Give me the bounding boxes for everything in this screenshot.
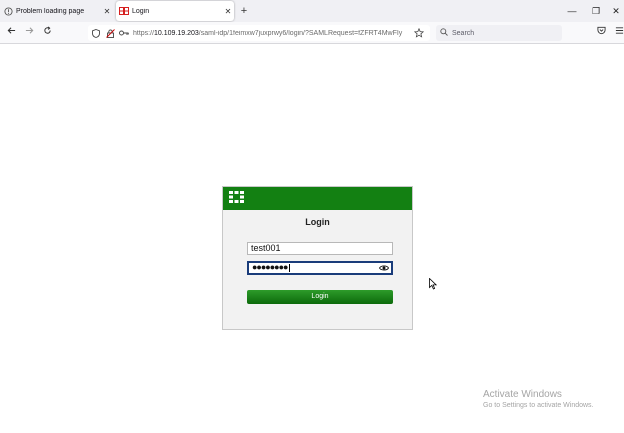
username-field[interactable]: test001 — [247, 242, 393, 255]
search-placeholder: Search — [452, 29, 475, 37]
tab-problem-loading[interactable]: Problem loading page ✕ — [0, 0, 113, 22]
mouse-cursor-icon — [429, 277, 438, 290]
fortinet-favicon — [119, 6, 129, 16]
text-caret — [288, 263, 290, 272]
login-button[interactable]: Login — [247, 290, 393, 304]
address-bar[interactable]: https://10.109.19.203/saml-idp/1feimxw7j… — [88, 25, 430, 41]
login-card: Login test001 ●●●●●●●● Login — [222, 186, 413, 330]
new-tab-button[interactable]: + — [238, 3, 250, 19]
minimize-icon[interactable]: — — [562, 3, 582, 19]
tab-login[interactable]: Login ✕ — [116, 1, 234, 21]
tab-strip: Problem loading page ✕ Login ✕ + — ❐ ✕ — [0, 0, 624, 22]
forward-icon[interactable] — [22, 25, 36, 41]
show-password-eye-icon[interactable] — [378, 264, 390, 272]
reload-icon[interactable] — [40, 25, 54, 41]
url-text[interactable]: https://10.109.19.203/saml-idp/1feimxw7j… — [133, 30, 411, 37]
page-icon — [3, 6, 13, 16]
tab-close-icon[interactable]: ✕ — [101, 7, 113, 16]
activate-windows-watermark: Activate Windows Go to Settings to activ… — [483, 389, 594, 409]
fortinet-logo-icon — [229, 190, 244, 208]
menu-icon[interactable] — [612, 25, 624, 41]
login-header — [223, 187, 412, 210]
login-title: Login — [305, 217, 330, 227]
back-icon[interactable] — [4, 25, 18, 41]
url-path: /saml-idp/1feimxw7juxprwy6/login/?SAMLRe… — [198, 29, 403, 37]
key-icon[interactable] — [118, 27, 130, 39]
watermark-title: Activate Windows — [483, 389, 562, 400]
nav-bar: https://10.109.19.203/saml-idp/1feimxw7j… — [0, 22, 624, 44]
search-box[interactable]: Search — [436, 25, 562, 41]
search-icon — [440, 28, 448, 38]
pocket-icon[interactable] — [594, 25, 608, 41]
url-prefix: https:// — [133, 29, 155, 37]
restore-icon[interactable]: ❐ — [586, 3, 606, 19]
shield-icon[interactable] — [90, 27, 102, 39]
bookmark-star-icon[interactable] — [413, 27, 425, 39]
tab-label: Login — [132, 7, 150, 15]
password-mask: ●●●●●●●● — [252, 262, 288, 272]
tab-label: Problem loading page — [16, 7, 85, 15]
close-window-icon[interactable]: ✕ — [606, 3, 624, 19]
watermark-subtitle: Go to Settings to activate Windows. — [483, 402, 594, 409]
insecure-lock-icon[interactable] — [104, 27, 116, 39]
tab-close-icon[interactable]: ✕ — [222, 7, 234, 16]
password-field[interactable]: ●●●●●●●● — [247, 261, 393, 275]
url-host: 10.109.19.203 — [154, 29, 199, 37]
